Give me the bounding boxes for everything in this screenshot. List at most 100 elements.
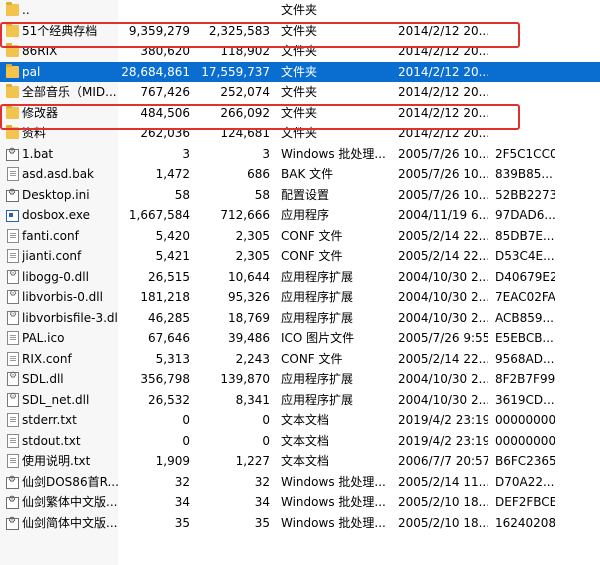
file-row[interactable]: libvorbis-0.dll 181,218 95,326 应用程序扩展 2004/1… [0,287,600,308]
file-crc [495,21,555,42]
file-type: 文本文档 [281,454,330,468]
file-name: libvorbisfile-3.dll [22,310,118,325]
file-row[interactable]: stdout.txt 0 0 文本文档 2019/4/2 23:19 00000000 [0,431,600,452]
file-name: RIX.conf [22,351,72,366]
file-row[interactable]: asd.asd.bak 1,472 686 BAK 文件 2005/7/26 10...… [0,164,600,185]
file-name: PAL.ico [22,331,65,345]
file-size: 5,420 [155,228,190,243]
file-modified: 2004/10/30 2... [398,269,488,284]
file-type: 应用程序扩展 [281,310,354,325]
file-name: SDL.dll [22,372,64,386]
exe-icon [6,210,19,222]
file-crc: D53C4E... [495,249,555,263]
file-modified: 2004/10/30 2... [398,290,488,304]
file-modified: 2004/10/30 2... [398,372,488,386]
file-crc: B6FC2365 [495,454,555,468]
file-packed-size: 118,902 [220,44,270,58]
file-row[interactable]: 资料 262,036 124,681 文件夹 2014/2/12 20... [0,123,600,144]
file-crc: 00000000 [495,433,555,448]
file-type: 应用程序扩展 [281,290,354,304]
file-name: 1.bat [22,146,54,161]
file-row[interactable]: 使用说明.txt 1,909 1,227 文本文档 2006/7/7 20:57 B6FC… [0,451,600,472]
batch-file-icon [6,495,19,509]
file-type: 应用程序扩展 [281,372,354,386]
settings-file-icon [6,188,19,202]
file-modified: 2005/2/10 18... [398,495,488,509]
file-crc: 52BB2273 [495,187,555,202]
file-crc: D70A22... [495,474,555,489]
file-type: BAK 文件 [281,167,334,181]
file-size: 35 [174,515,190,530]
file-row[interactable]: 仙剑DOS86首R... 32 32 Windows 批处理... 2005/2/14 … [0,472,600,493]
file-row[interactable]: SDL.dll 356,798 139,870 应用程序扩展 2004/10/30 2.… [0,369,600,390]
file-modified: 2019/4/2 23:19 [398,433,488,448]
file-name: libogg-0.dll [22,269,89,284]
file-row[interactable]: RIX.conf 5,313 2,243 CONF 文件 2005/2/14 22...… [0,349,600,370]
file-row[interactable]: stderr.txt 0 0 文本文档 2019/4/2 23:19 00000000 [0,410,600,431]
file-row[interactable]: dosbox.exe 1,667,584 712,666 应用程序 2004/11/19… [0,205,600,226]
file-name: 使用说明.txt [22,454,91,468]
file-modified: 2006/7/7 20:57 [398,454,488,468]
folder-icon [6,22,19,37]
file-packed-size: 0 [262,413,270,427]
file-crc [495,82,555,103]
file-type: 文件夹 [281,105,318,120]
file-packed-size: 266,092 [220,105,270,120]
file-modified: 2014/2/12 20... [398,105,488,120]
file-size: 1,909 [155,454,190,468]
file-size: 26,515 [148,269,190,284]
file-packed-size: 35 [254,515,270,530]
file-type: 文件夹 [281,44,318,58]
file-icon [7,331,19,345]
file-size: 9,359,279 [128,23,190,38]
file-modified: 2014/2/12 20... [398,23,488,38]
file-packed-size: 712,666 [220,208,270,222]
file-row[interactable]: libvorbisfile-3.dll 46,285 18,769 应用程序扩展 200… [0,308,600,329]
file-packed-size: 2,305 [235,249,270,263]
dll-icon [7,392,19,407]
file-row[interactable]: libogg-0.dll 26,515 10,644 应用程序扩展 2004/10/30… [0,267,600,288]
file-packed-size: 3 [262,146,270,161]
file-row[interactable]: 仙剑繁体中文版... 34 34 Windows 批处理... 2005/2/10 18… [0,492,600,513]
file-type: 文本文档 [281,433,330,448]
file-modified: 2005/2/14 22... [398,249,488,263]
file-crc: DEF2FBCE [495,495,555,509]
folder-icon [6,2,19,16]
file-row[interactable]: jianti.conf 5,421 2,305 CONF 文件 2005/2/14 22… [0,246,600,267]
file-name: 仙剑DOS86首R... [22,474,118,489]
file-crc: 9568AD... [495,351,555,366]
file-row[interactable]: SDL_net.dll 26,532 8,341 应用程序扩展 2004/10/30 2… [0,390,600,411]
file-packed-size: 2,305 [235,228,270,243]
file-row[interactable]: PAL.ico 67,646 39,486 ICO 图片文件 2005/7/26 9:5… [0,328,600,349]
file-type: 应用程序 [281,208,330,222]
file-packed-size: 95,326 [228,290,270,304]
file-row[interactable]: 修改器 484,506 266,092 文件夹 2014/2/12 20... [0,103,600,124]
file-size: 767,426 [140,85,190,99]
file-type: 配置设置 [281,187,330,202]
file-row[interactable]: 全部音乐（MID... 767,426 252,074 文件夹 2014/2/12 20… [0,82,600,103]
file-type: CONF 文件 [281,351,343,366]
file-crc [495,62,555,83]
batch-file-icon [6,516,19,530]
file-row[interactable]: pal 28,684,861 17,559,737 文件夹 2014/2/12 20..… [0,61,600,83]
file-row[interactable]: 仙剑简体中文版... 35 35 Windows 批处理... 2005/2/10 18… [0,513,600,534]
file-row[interactable]: 1.bat 3 3 Windows 批处理... 2005/7/26 10... 2F5C… [0,144,600,165]
file-packed-size: 686 [247,167,270,181]
file-packed-size: 2,243 [235,351,270,366]
file-row[interactable]: 51个经典存档 9,359,279 2,325,583 文件夹 2014/2/12 20… [0,21,600,42]
file-modified [398,0,488,21]
file-name: jianti.conf [22,249,82,263]
file-name: fanti.conf [22,228,79,243]
file-row[interactable]: fanti.conf 5,420 2,305 CONF 文件 2005/2/14 22.… [0,226,600,247]
file-size: 34 [174,495,190,509]
file-modified: 2005/7/26 9:55 [398,331,488,345]
file-row[interactable]: Desktop.ini 58 58 配置设置 2005/7/26 10... 52BB22… [0,185,600,206]
dll-icon [7,371,19,386]
file-size: 484,506 [140,105,190,120]
file-modified: 2005/2/14 22... [398,228,488,243]
file-name: Desktop.ini [22,187,90,202]
file-row[interactable]: 86RIX 380,620 118,902 文件夹 2014/2/12 20... [0,41,600,62]
file-type: 应用程序扩展 [281,269,354,284]
file-row[interactable]: .. 文件夹 [0,0,600,21]
file-size: 0 [182,413,190,427]
